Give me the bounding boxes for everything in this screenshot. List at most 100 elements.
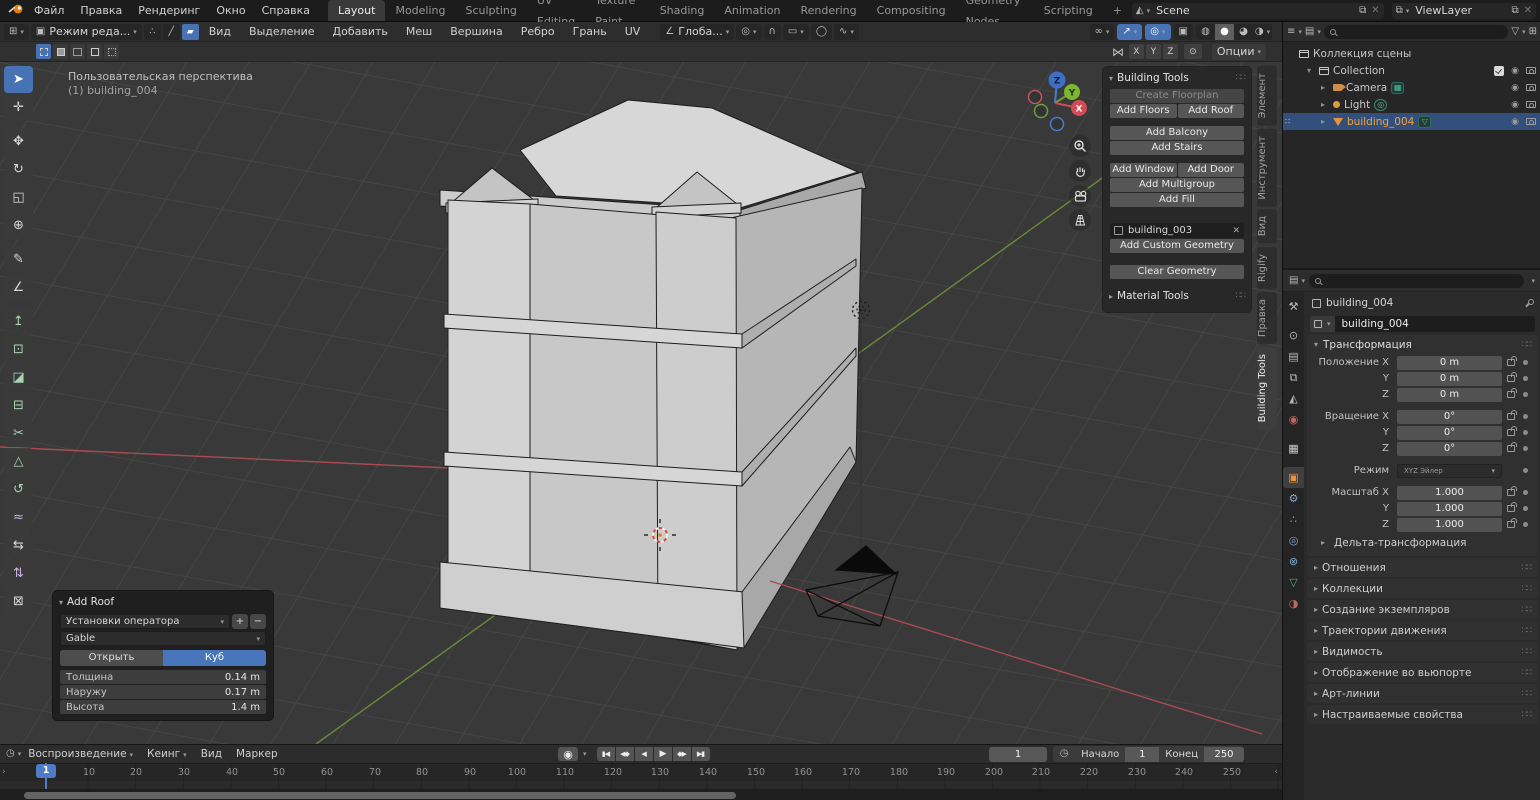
- add-stairs-button[interactable]: Add Stairs: [1110, 141, 1244, 155]
- mode-dropdown[interactable]: ▣ Режим реда...: [31, 24, 142, 40]
- edge-slide-tool[interactable]: ⇆: [4, 532, 33, 559]
- rotation-y-field[interactable]: 0°: [1397, 426, 1502, 440]
- tab-physics-icon[interactable]: ◎: [1283, 530, 1304, 551]
- tab-view-layer-icon[interactable]: ⧉: [1283, 367, 1304, 388]
- eye-icon[interactable]: ◉: [1511, 117, 1519, 127]
- inset-faces-tool[interactable]: ⊡: [4, 336, 33, 363]
- lock-icon[interactable]: [1507, 413, 1515, 420]
- tab-output-icon[interactable]: ▤: [1283, 346, 1304, 367]
- lock-icon[interactable]: [1507, 359, 1515, 366]
- select-box-tool[interactable]: ➤: [4, 66, 33, 93]
- render-visibility-icon[interactable]: [1526, 67, 1536, 74]
- tab-modeling[interactable]: Modeling: [385, 0, 455, 21]
- tab-tool[interactable]: Инструмент: [1257, 129, 1277, 207]
- transform-tool[interactable]: ⊕: [4, 212, 33, 239]
- disclosure-closed-icon[interactable]: ▸: [1321, 83, 1329, 92]
- annotate-tool[interactable]: ✎: [4, 246, 33, 273]
- lock-icon[interactable]: [1507, 429, 1515, 436]
- menu-window[interactable]: Окно: [208, 0, 253, 22]
- axis-neg-y-ball[interactable]: [1035, 105, 1048, 118]
- tab-compositing[interactable]: Compositing: [867, 0, 956, 21]
- add-workspace-button[interactable]: +: [1103, 0, 1132, 21]
- outset-field[interactable]: Наружу 0.17 m: [60, 685, 266, 699]
- options-dropdown[interactable]: Опции: [1212, 44, 1266, 60]
- move-tool[interactable]: ✥: [4, 128, 33, 155]
- render-visibility-icon[interactable]: [1526, 118, 1536, 125]
- object-visibility-dropdown[interactable]: ∞: [1090, 24, 1115, 40]
- animate-dot[interactable]: [1523, 392, 1528, 397]
- navigation-gizmo[interactable]: Z Y X: [1005, 62, 1115, 152]
- panel-drag-dots-icon[interactable]: ∷∷: [1236, 291, 1245, 301]
- end-frame-field[interactable]: 250: [1204, 747, 1244, 762]
- light-row[interactable]: ▸ Light ◎ ◉: [1283, 96, 1540, 113]
- add-balcony-button[interactable]: Add Balcony: [1110, 126, 1244, 140]
- tab-scene-icon[interactable]: ◭: [1283, 388, 1304, 409]
- operator-presets-dropdown[interactable]: Установки оператора ▾: [60, 614, 230, 629]
- material-tools-header[interactable]: ▸ Material Tools ∷∷: [1103, 288, 1251, 306]
- disclosure-closed-icon[interactable]: ▸: [1321, 100, 1329, 109]
- vertex-select-button[interactable]: ∴: [144, 24, 161, 40]
- spin-tool[interactable]: ↺: [4, 476, 33, 503]
- edge-select-button[interactable]: ╱: [163, 24, 180, 40]
- tab-animation[interactable]: Animation: [714, 0, 790, 21]
- section-custom-properties[interactable]: ▸Настраиваемые свойства∷∷: [1307, 705, 1538, 724]
- tab-edit[interactable]: Правка: [1257, 292, 1277, 344]
- blender-logo-icon[interactable]: [8, 3, 24, 18]
- axis-neg-x-ball[interactable]: [1029, 91, 1042, 104]
- render-visibility-icon[interactable]: [1526, 101, 1536, 108]
- copy-viewlayer-icon[interactable]: ⧉: [1511, 6, 1518, 16]
- object-type-dropdown[interactable]: [1310, 316, 1335, 332]
- start-frame-field[interactable]: 1: [1125, 747, 1159, 762]
- add-fill-button[interactable]: Add Fill: [1110, 193, 1244, 207]
- camera-row[interactable]: ▸ Camera ▦ ◉: [1283, 79, 1540, 96]
- playback-menu[interactable]: Воспроизведение: [21, 748, 140, 760]
- solid-shading-button[interactable]: ●: [1215, 24, 1234, 40]
- section-line-art[interactable]: ▸Арт-линии∷∷: [1307, 684, 1538, 703]
- eye-icon[interactable]: ◉: [1511, 83, 1519, 93]
- lock-icon[interactable]: [1507, 489, 1515, 496]
- timeline-ruler[interactable]: 10 20 30 40 50 60 70 80 90 100 110 120 1…: [0, 763, 1282, 781]
- menu-uv[interactable]: UV: [617, 21, 649, 43]
- face-select-button[interactable]: ▰: [182, 24, 199, 40]
- rip-region-tool[interactable]: ⊠: [4, 588, 33, 615]
- tab-particles-icon[interactable]: ∴: [1283, 509, 1304, 530]
- panel-drag-dots-icon[interactable]: ∷∷: [1522, 689, 1531, 699]
- pin-icon[interactable]: [1524, 299, 1533, 308]
- tab-material-icon[interactable]: ◑: [1283, 593, 1304, 614]
- animate-dot[interactable]: [1523, 490, 1528, 495]
- rotation-x-field[interactable]: 0°: [1397, 410, 1502, 424]
- menu-select[interactable]: Выделение: [241, 21, 323, 43]
- animate-dot[interactable]: [1523, 414, 1528, 419]
- tab-view[interactable]: Вид: [1257, 209, 1277, 243]
- building-tools-header[interactable]: ▾ Building Tools ∷∷: [1103, 70, 1251, 88]
- mirror-x-button[interactable]: X: [1129, 44, 1144, 59]
- use-preview-range-icon[interactable]: ◷: [1053, 749, 1075, 759]
- select-mode-intersect-button[interactable]: [104, 44, 119, 59]
- animate-dot[interactable]: [1523, 360, 1528, 365]
- menu-mesh[interactable]: Меш: [398, 21, 440, 43]
- shrink-fatten-tool[interactable]: ⇅: [4, 560, 33, 587]
- scale-tool[interactable]: ◱: [4, 184, 33, 211]
- zoom-button[interactable]: [1069, 135, 1091, 157]
- timeline-scrollbar-track[interactable]: [0, 789, 1282, 800]
- mirror-y-button[interactable]: Y: [1146, 44, 1161, 59]
- pivot-point-dropdown[interactable]: ◎: [736, 24, 761, 40]
- proportional-edit-toggle[interactable]: ◯: [811, 24, 832, 40]
- marker-menu[interactable]: Маркер: [229, 748, 285, 760]
- add-preset-button[interactable]: +: [232, 614, 248, 629]
- custom-object-field[interactable]: building_003 ✕: [1110, 223, 1244, 238]
- properties-editor-icon[interactable]: ▤: [1289, 276, 1305, 286]
- scene-selector[interactable]: ◭ Scene ⧉ ✕: [1132, 3, 1384, 19]
- timeline-scrollbar[interactable]: [24, 792, 736, 799]
- keying-set-dropdown[interactable]: [580, 749, 587, 759]
- disclosure-open-icon[interactable]: ▾: [1307, 66, 1315, 75]
- add-multigroup-button[interactable]: Add Multigroup: [1110, 178, 1244, 192]
- material-shading-button[interactable]: ◕: [1234, 24, 1253, 40]
- roof-type-dropdown[interactable]: Gable ▾: [60, 631, 266, 646]
- height-field[interactable]: Высота 1.4 m: [60, 700, 266, 714]
- create-floorplan-button[interactable]: Create Floorplan: [1110, 89, 1244, 103]
- rotation-mode-dropdown[interactable]: XYZ Эйлер▾: [1397, 464, 1502, 478]
- remove-preset-button[interactable]: −: [250, 614, 266, 629]
- operator-panel-header[interactable]: ▾ Add Roof: [53, 594, 273, 612]
- outliner-filter-icon[interactable]: ▽: [1511, 27, 1525, 37]
